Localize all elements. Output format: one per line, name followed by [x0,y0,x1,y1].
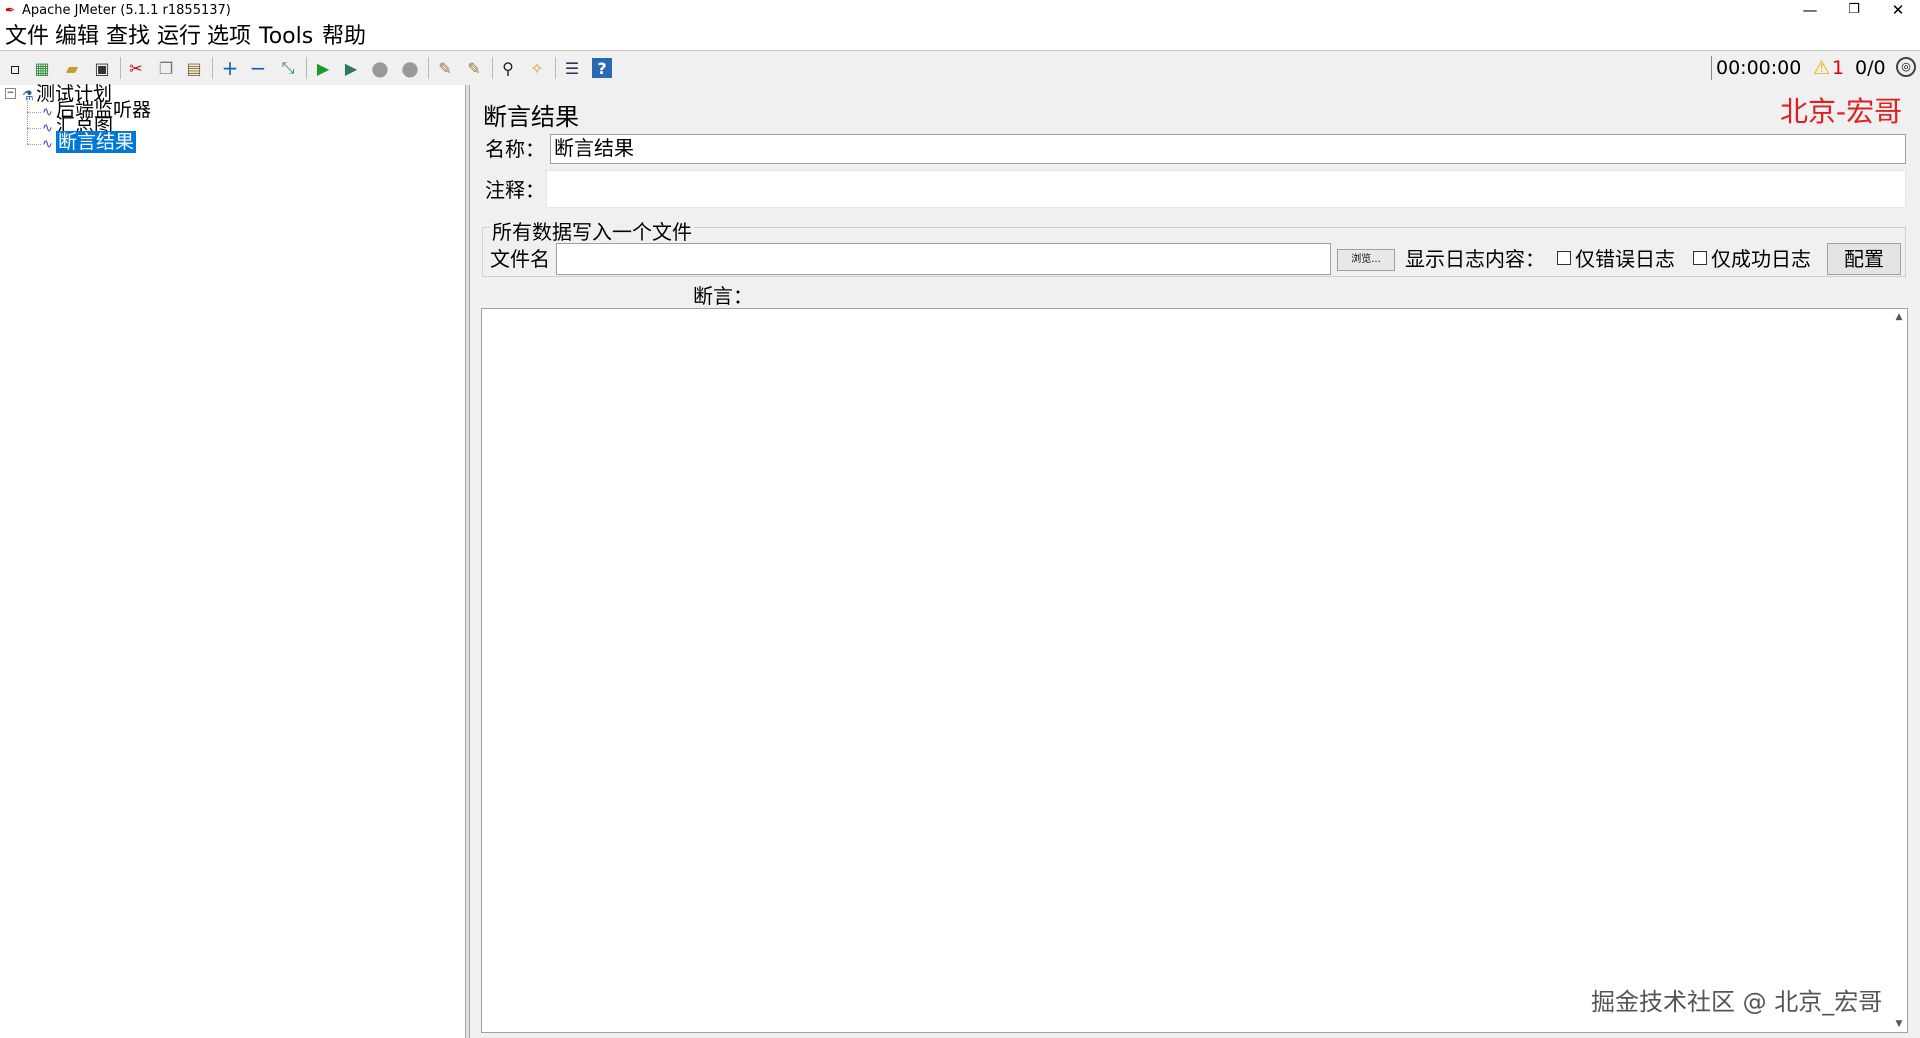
vertical-scrollbar[interactable]: ▲ ▼ [1891,309,1907,1032]
name-field[interactable]: 断言结果 [550,134,1906,164]
menu-help[interactable]: 帮助 [322,25,366,49]
write-to-file-group-title: 所有数据写入一个文件 [490,216,694,245]
browse-button[interactable]: 浏览... [1337,249,1395,271]
menu-run[interactable]: 运行 [157,25,201,49]
checkbox-box [1693,251,1707,265]
checkbox-box [1557,251,1571,265]
toolbar: ▫ ▦ ▰ ▣ ✂ ❐ ▤ + − ⤡ ▶ ▶ ● ● ✎ ✎ ⚲ ✧ ☰ ? … [0,50,1920,86]
comment-label: 注释： [485,178,545,202]
comment-field[interactable] [546,170,1906,208]
elapsed-timer: 00:00:00 [1711,56,1805,80]
menu-tools[interactable]: Tools [259,25,313,49]
toolbar-separator [306,57,307,79]
watermark-top: 北京-宏哥 [1780,95,1903,128]
menu-bar: 文件 编辑 查找 运行 选项 Tools 帮助 [0,22,1920,50]
warning-count: 1 [1832,57,1845,79]
help-icon[interactable]: ? [592,58,612,78]
tree-guide-line [27,144,41,145]
panel-title: 断言结果 [483,103,579,131]
toggle-icon[interactable]: ⤡ [278,58,298,78]
test-plan-tree[interactable] [0,85,465,1038]
menu-file[interactable]: 文件 [5,25,49,49]
errors-only-label: 仅错误日志 [1575,247,1675,271]
filename-input[interactable] [556,243,1331,275]
window-title: Apache JMeter (5.1.1 r1855137) [22,3,231,18]
paste-icon[interactable]: ▤ [184,58,204,78]
title-bar: ✒ Apache JMeter (5.1.1 r1855137) — ❐ ✕ [0,0,1920,22]
jmeter-feather-icon: ✒ [5,3,16,17]
clear-icon[interactable]: ✎ [435,58,455,78]
name-label: 名称： [485,137,545,161]
toolbar-separator [492,57,493,79]
start-no-pause-icon[interactable]: ▶ [341,58,361,78]
test-plan-icon: ⚗ [22,89,34,104]
cut-icon[interactable]: ✂ [126,58,146,78]
listener-icon: ∿ [42,137,53,152]
tree-guide-line [27,128,41,129]
tree-node-assertion-results[interactable]: ∿ 断言结果 [42,131,137,155]
clear-all-icon[interactable]: ✎ [464,58,484,78]
copy-icon[interactable]: ❐ [156,58,176,78]
scroll-up-icon[interactable]: ▲ [1891,309,1907,325]
tree-node-label-selected: 断言结果 [56,131,137,153]
stop-icon[interactable]: ● [370,56,390,80]
filename-label: 文件名 [490,247,550,271]
open-icon[interactable]: ▰ [62,58,82,78]
menu-edit[interactable]: 编辑 [55,25,99,49]
menu-search[interactable]: 查找 [106,25,150,49]
search-icon[interactable]: ⚲ [498,58,518,78]
new-icon[interactable]: ▫ [5,58,25,78]
function-helper-icon[interactable]: ☰ [562,58,582,78]
toolbar-separator [428,57,429,79]
active-threads: 0/0 [1855,57,1886,79]
toolbar-separator [212,57,213,79]
warning-icon: ⚠ [1813,57,1831,79]
expand-icon[interactable]: + [220,56,240,80]
save-icon[interactable]: ▣ [92,58,112,78]
close-button[interactable]: ✕ [1876,0,1920,22]
reset-search-icon[interactable]: ✧ [527,58,547,78]
collapse-icon[interactable]: − [248,56,268,80]
assertions-label: 断言： [693,284,753,308]
log-content-label: 显示日志内容： [1405,247,1545,271]
toolbar-separator [120,57,121,79]
assertions-textarea[interactable] [481,308,1908,1033]
tree-collapse-toggle[interactable]: − [5,88,16,99]
success-only-label: 仅成功日志 [1711,247,1811,271]
start-icon[interactable]: ▶ [313,58,333,78]
toolbar-separator [555,57,556,79]
watermark-bottom: 掘金技术社区 @ 北京_宏哥 [1591,988,1883,1016]
shutdown-icon[interactable]: ● [400,56,420,80]
errors-only-checkbox[interactable]: 仅错误日志 [1557,246,1675,272]
configure-button[interactable]: 配置 [1827,243,1901,275]
menu-options[interactable]: 选项 [207,25,251,49]
minimize-button[interactable]: — [1788,0,1832,22]
remote-engines-icon[interactable]: ◎ [1896,57,1916,77]
restore-button[interactable]: ❐ [1832,0,1876,22]
tree-guide-line [27,112,41,113]
warning-indicator[interactable]: ⚠ 1 [1813,56,1844,80]
success-only-checkbox[interactable]: 仅成功日志 [1693,246,1811,272]
scroll-down-icon[interactable]: ▼ [1891,1016,1907,1032]
templates-icon[interactable]: ▦ [32,58,52,78]
